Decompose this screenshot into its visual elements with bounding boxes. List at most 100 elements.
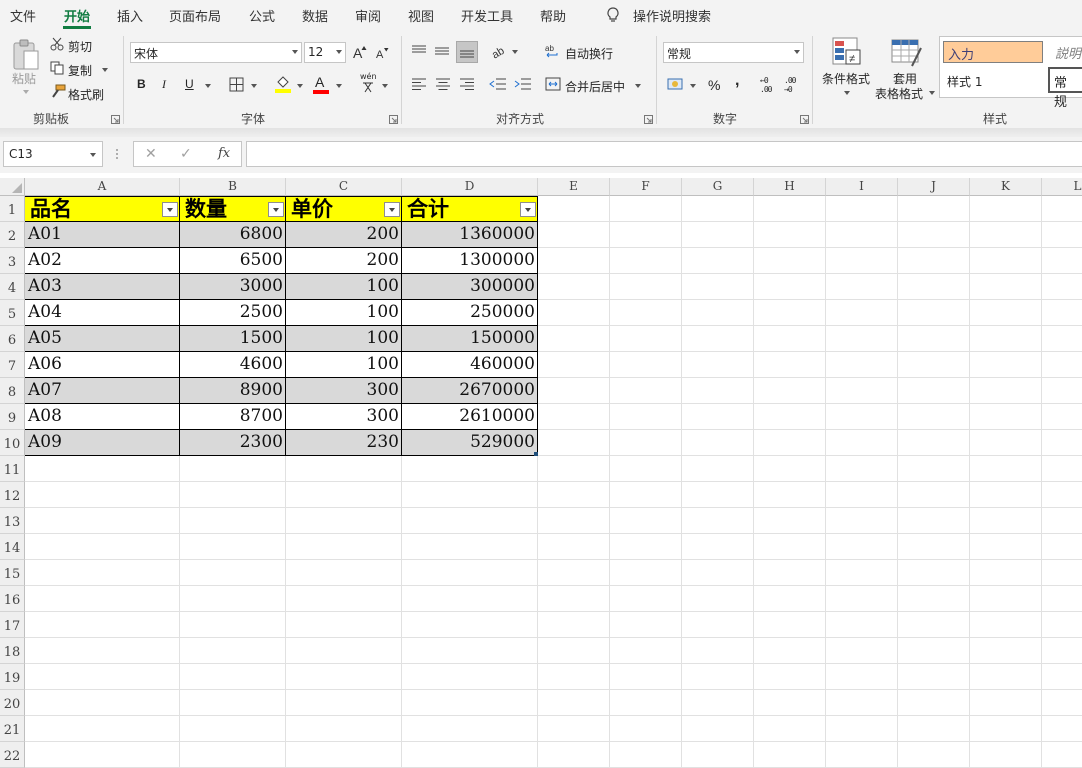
tab-help[interactable]: 帮助 — [540, 6, 566, 25]
filter-dropdown-icon[interactable] — [162, 202, 178, 217]
tab-file[interactable]: 文件 — [10, 6, 36, 25]
cut-button[interactable]: 剪切 — [68, 38, 92, 55]
filter-dropdown-icon[interactable] — [268, 202, 284, 217]
table-cell[interactable]: 6800 — [180, 222, 286, 248]
row-header-4[interactable]: 4 — [0, 274, 25, 300]
table-cell[interactable]: 2500 — [180, 300, 286, 326]
row-header-19[interactable]: 19 — [0, 664, 25, 690]
table-cell[interactable]: A09 — [25, 430, 180, 456]
row-header-20[interactable]: 20 — [0, 690, 25, 716]
table-cell[interactable]: 300 — [286, 404, 402, 430]
table-cell[interactable]: 1360000 — [402, 222, 538, 248]
conditional-formatting-button[interactable]: 条件格式 — [822, 70, 870, 87]
table-cell[interactable]: 2300 — [180, 430, 286, 456]
merge-center-dropdown-icon[interactable] — [635, 84, 641, 88]
insert-function-icon[interactable]: fx — [218, 146, 230, 161]
column-header-i[interactable]: I — [826, 178, 898, 196]
copy-dropdown-icon[interactable] — [102, 68, 108, 72]
table-cell[interactable]: 100 — [286, 300, 402, 326]
column-header-l[interactable]: L — [1042, 178, 1082, 196]
row-header-13[interactable]: 13 — [0, 508, 25, 534]
table-cell[interactable]: A06 — [25, 352, 180, 378]
name-box[interactable]: C13 — [3, 141, 103, 167]
increase-indent-icon[interactable] — [514, 77, 532, 91]
tab-formulas[interactable]: 公式 — [249, 6, 275, 25]
row-header-6[interactable]: 6 — [0, 326, 25, 352]
table-cell[interactable]: 150000 — [402, 326, 538, 352]
table-cell[interactable]: A01 — [25, 222, 180, 248]
table-cell[interactable]: 100 — [286, 326, 402, 352]
table-cell[interactable]: 2610000 — [402, 404, 538, 430]
phonetic-dropdown-icon[interactable] — [382, 84, 388, 88]
row-header-8[interactable]: 8 — [0, 378, 25, 404]
format-as-table-dropdown-icon[interactable] — [929, 91, 935, 95]
table-cell[interactable]: 8900 — [180, 378, 286, 404]
align-top-icon[interactable] — [411, 44, 427, 58]
table-resize-handle[interactable] — [534, 452, 538, 456]
row-header-14[interactable]: 14 — [0, 534, 25, 560]
conditional-formatting-dropdown-icon[interactable] — [844, 91, 850, 95]
font-name-select[interactable]: 宋体 — [130, 42, 302, 63]
column-header-h[interactable]: H — [754, 178, 826, 196]
column-header-a[interactable]: A — [25, 178, 180, 196]
row-header-18[interactable]: 18 — [0, 638, 25, 664]
bold-button[interactable]: B — [137, 77, 146, 91]
worksheet-grid[interactable]: A B C D E F G H I J K L 1 2 3 4 5 6 7 8 9 10 11 12 13 14 15 16 17 18 1… — [0, 178, 1082, 768]
underline-button[interactable]: U — [185, 77, 194, 91]
column-header-d[interactable]: D — [402, 178, 538, 196]
table-cell[interactable]: 250000 — [402, 300, 538, 326]
borders-dropdown-icon[interactable] — [251, 84, 257, 88]
column-header-g[interactable]: G — [682, 178, 754, 196]
column-header-c[interactable]: C — [286, 178, 402, 196]
table-cell[interactable]: A03 — [25, 274, 180, 300]
table-cell[interactable]: A04 — [25, 300, 180, 326]
align-right-icon[interactable] — [459, 77, 475, 91]
orientation-icon[interactable]: ab — [490, 43, 508, 59]
style-normal[interactable]: 常规 — [1048, 67, 1082, 110]
percent-style-button[interactable]: % — [708, 77, 720, 93]
table-cell[interactable]: A05 — [25, 326, 180, 352]
filter-dropdown-icon[interactable] — [384, 202, 400, 217]
phonetic-guide-button[interactable]: wén — [360, 72, 377, 81]
decrease-decimal-button[interactable]: .00 →0 — [784, 76, 802, 94]
row-header-15[interactable]: 15 — [0, 560, 25, 586]
font-size-select[interactable]: 12 — [304, 42, 346, 63]
increase-decimal-button[interactable]: ←0 .00 — [760, 76, 778, 94]
alignment-dialog-launcher-icon[interactable] — [644, 115, 653, 124]
table-cell[interactable]: A07 — [25, 378, 180, 404]
column-header-e[interactable]: E — [538, 178, 610, 196]
align-middle-icon[interactable] — [434, 44, 450, 58]
borders-icon[interactable] — [229, 77, 244, 92]
row-header-10[interactable]: 10 — [0, 430, 25, 456]
italic-button[interactable]: I — [162, 77, 166, 92]
style-input[interactable]: 入力 — [943, 41, 1043, 63]
tab-home[interactable]: 开始 — [64, 6, 90, 25]
tab-developer[interactable]: 开发工具 — [461, 6, 513, 25]
table-cell[interactable]: A08 — [25, 404, 180, 430]
table-header-4[interactable]: 合计 — [402, 196, 538, 222]
decrease-font-size-icon[interactable]: A — [375, 46, 389, 60]
tab-data[interactable]: 数据 — [302, 6, 328, 25]
cancel-icon[interactable]: ✕ — [145, 146, 157, 162]
row-header-1[interactable]: 1 — [0, 196, 25, 222]
table-cell[interactable]: 100 — [286, 274, 402, 300]
font-dialog-launcher-icon[interactable] — [389, 115, 398, 124]
table-cell[interactable]: 529000 — [402, 430, 538, 456]
tab-review[interactable]: 审阅 — [355, 6, 381, 25]
enter-icon[interactable]: ✓ — [180, 146, 192, 162]
row-header-2[interactable]: 2 — [0, 222, 25, 248]
comma-style-button[interactable]: , — [735, 72, 739, 90]
table-cell[interactable]: A02 — [25, 248, 180, 274]
accounting-format-icon[interactable] — [667, 76, 685, 92]
table-cell[interactable]: 230 — [286, 430, 402, 456]
wrap-text-button[interactable]: 自动换行 — [565, 45, 613, 62]
table-cell[interactable]: 300000 — [402, 274, 538, 300]
font-color-button[interactable]: A — [315, 74, 324, 90]
row-header-11[interactable]: 11 — [0, 456, 25, 482]
column-header-b[interactable]: B — [180, 178, 286, 196]
tab-view[interactable]: 视图 — [408, 6, 434, 25]
paste-icon[interactable] — [10, 38, 42, 72]
align-bottom-button[interactable] — [456, 41, 478, 63]
row-header-16[interactable]: 16 — [0, 586, 25, 612]
number-format-select[interactable]: 常规 — [663, 42, 804, 63]
